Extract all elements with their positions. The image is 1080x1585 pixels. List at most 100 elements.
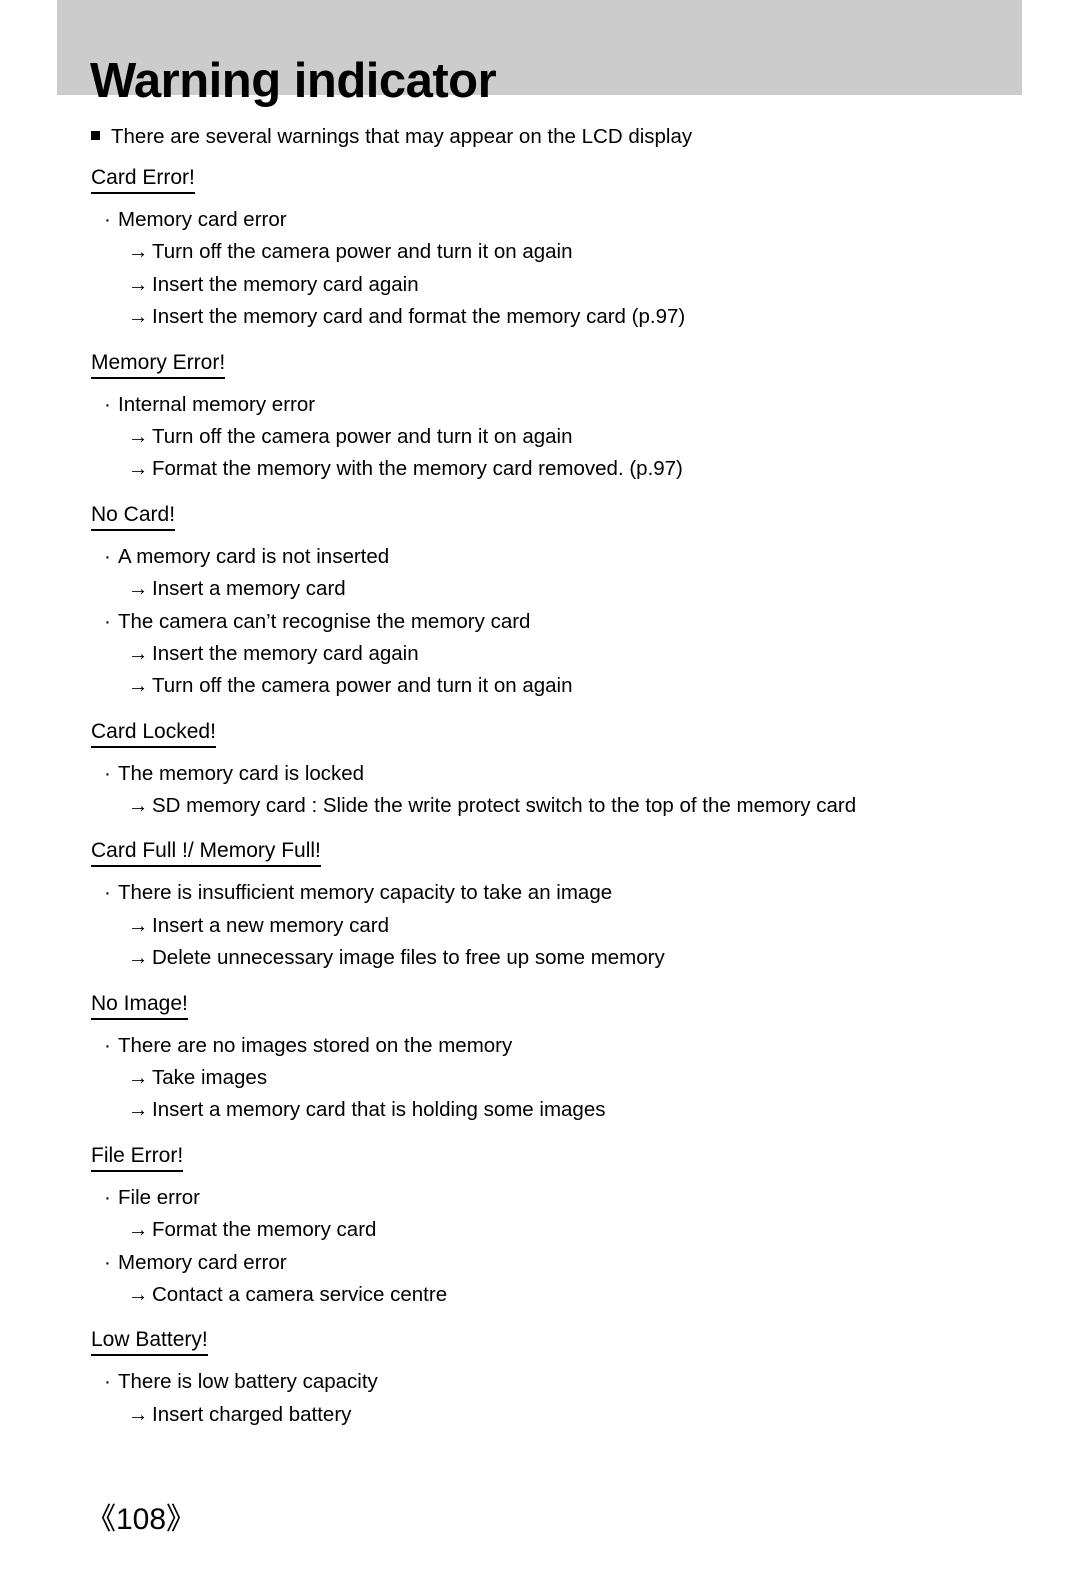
section-heading: File Error! <box>91 1144 184 1172</box>
arrow-right-icon: → <box>128 674 149 698</box>
action-text: Delete unnecessary image files to free u… <box>152 946 665 970</box>
middle-dot-bullet-icon: · <box>104 1370 111 1394</box>
action-text: Take images <box>152 1066 268 1090</box>
arrow-right-icon: → <box>128 794 149 818</box>
cause-text: File error <box>118 1185 201 1209</box>
section-heading: No Card! <box>91 503 176 531</box>
cause-item: · There is low battery capacity <box>0 1366 1080 1398</box>
action-text: Format the memory with the memory card r… <box>152 457 683 481</box>
action-text: Insert the memory card again <box>152 272 419 296</box>
action-item: → Insert a memory card that is holding so… <box>0 1094 1080 1126</box>
warning-section: No Image! · There are no images stored on … <box>0 992 1080 1127</box>
cause-item: · Memory card error <box>0 204 1080 236</box>
intro-bullet-line: There are several warnings that may appe… <box>0 125 1080 149</box>
arrow-right-icon: → <box>128 457 149 481</box>
section-heading: Card Error! <box>91 166 195 195</box>
cause-text: There is insufficient memory capacity to… <box>118 881 613 905</box>
cause-item: · There is insufficient memory capacity t… <box>0 877 1080 909</box>
arrow-right-icon: → <box>128 1066 149 1090</box>
page-content: There are several warnings that may appe… <box>0 95 1080 1431</box>
arrow-right-icon: → <box>128 946 149 970</box>
action-text: Turn off the camera power and turn it on… <box>152 240 573 264</box>
action-item: → Insert a new memory card <box>0 910 1080 942</box>
arrow-right-icon: → <box>128 305 149 329</box>
action-item: → Insert charged battery <box>0 1399 1080 1431</box>
action-text: Insert the memory card again <box>152 641 419 665</box>
action-item: → Take images <box>0 1062 1080 1094</box>
cause-item: · Memory card error <box>0 1247 1080 1279</box>
arrow-right-icon: → <box>128 913 149 937</box>
middle-dot-bullet-icon: · <box>104 1185 111 1209</box>
action-item: → Contact a camera service centre <box>0 1279 1080 1311</box>
cause-item: · There are no images stored on the memor… <box>0 1030 1080 1062</box>
page-number: 《108》 <box>86 1503 197 1536</box>
section-heading: No Image! <box>91 992 188 1020</box>
action-text: Insert the memory card and format the me… <box>152 305 686 329</box>
middle-dot-bullet-icon: · <box>104 609 111 633</box>
arrow-right-icon: → <box>128 424 149 448</box>
arrow-right-icon: → <box>128 1402 149 1426</box>
action-text: Insert charged battery <box>152 1402 352 1426</box>
middle-dot-bullet-icon: · <box>104 761 111 785</box>
middle-dot-bullet-icon: · <box>104 392 111 416</box>
action-item: → Insert the memory card and format the m… <box>0 301 1080 333</box>
action-item: → Insert the memory card again <box>0 638 1080 670</box>
action-text: Insert a memory card <box>152 577 346 601</box>
filled-square-bullet-icon <box>91 131 100 140</box>
manual-page: { "header": { "title": "Warning indicato… <box>0 0 1080 1585</box>
action-item: → Insert a memory card <box>0 573 1080 605</box>
action-text: SD memory card : Slide the write protect… <box>152 794 857 818</box>
action-item: → Format the memory card <box>0 1214 1080 1246</box>
cause-text: A memory card is not inserted <box>118 544 390 568</box>
warning-section: Card Full !/ Memory Full! · There is insuf… <box>0 840 1080 974</box>
arrow-right-icon: → <box>128 1282 149 1306</box>
action-item: → Insert the memory card again <box>0 269 1080 301</box>
middle-dot-bullet-icon: · <box>104 544 111 568</box>
cause-text: Memory card error <box>118 1250 287 1274</box>
action-text: Insert a new memory card <box>152 913 389 937</box>
arrow-right-icon: → <box>128 1098 149 1122</box>
section-heading: Low Battery! <box>91 1329 208 1357</box>
cause-text: Internal memory error <box>118 392 316 416</box>
section-heading: Card Full !/ Memory Full! <box>91 840 321 868</box>
action-item: → Turn off the camera power and turn it o… <box>0 236 1080 268</box>
arrow-right-icon: → <box>128 577 149 601</box>
action-text: Turn off the camera power and turn it on… <box>152 674 573 698</box>
middle-dot-bullet-icon: · <box>104 1250 111 1274</box>
cause-text: The camera can’t recognise the memory ca… <box>118 609 531 633</box>
warning-section: Card Error! · Memory card error → Turn off t… <box>0 166 1080 334</box>
middle-dot-bullet-icon: · <box>104 208 111 232</box>
warning-section: Low Battery! · There is low battery capaci… <box>0 1329 1080 1431</box>
middle-dot-bullet-icon: · <box>104 1033 111 1057</box>
warning-section: No Card! · A memory card is not inserted → I… <box>0 503 1080 703</box>
cause-item: · The camera can’t recognise the memory c… <box>0 606 1080 638</box>
action-item: → Turn off the camera power and turn it o… <box>0 670 1080 702</box>
warning-sections: Card Error! · Memory card error → Turn off t… <box>0 166 1080 1431</box>
cause-item: · The memory card is locked <box>0 758 1080 790</box>
arrow-right-icon: → <box>128 272 149 296</box>
warning-section: Card Locked! · The memory card is locked → S… <box>0 720 1080 823</box>
cause-text: There is low battery capacity <box>118 1370 378 1394</box>
action-text: Contact a camera service centre <box>152 1282 448 1306</box>
action-item: → Delete unnecessary image files to free … <box>0 942 1080 974</box>
cause-text: The memory card is locked <box>118 761 365 785</box>
action-text: Turn off the camera power and turn it on… <box>152 424 573 448</box>
action-item: → Format the memory with the memory card … <box>0 453 1080 485</box>
warning-section: File Error! · File error → Format the memory… <box>0 1144 1080 1312</box>
arrow-right-icon: → <box>128 641 149 665</box>
section-heading: Memory Error! <box>91 351 226 379</box>
cause-item: · A memory card is not inserted <box>0 541 1080 573</box>
intro-text: There are several warnings that may appe… <box>111 125 693 148</box>
arrow-right-icon: → <box>128 1218 149 1242</box>
cause-item: · Internal memory error <box>0 389 1080 421</box>
section-heading: Card Locked! <box>91 720 216 748</box>
middle-dot-bullet-icon: · <box>104 881 111 905</box>
action-item: → SD memory card : Slide the write protec… <box>0 790 1080 822</box>
cause-text: Memory card error <box>118 208 287 232</box>
action-text: Format the memory card <box>152 1218 377 1242</box>
cause-text: There are no images stored on the memory <box>118 1033 513 1057</box>
arrow-right-icon: → <box>128 240 149 264</box>
cause-item: · File error <box>0 1182 1080 1214</box>
action-item: → Turn off the camera power and turn it o… <box>0 421 1080 453</box>
action-text: Insert a memory card that is holding som… <box>152 1098 606 1122</box>
